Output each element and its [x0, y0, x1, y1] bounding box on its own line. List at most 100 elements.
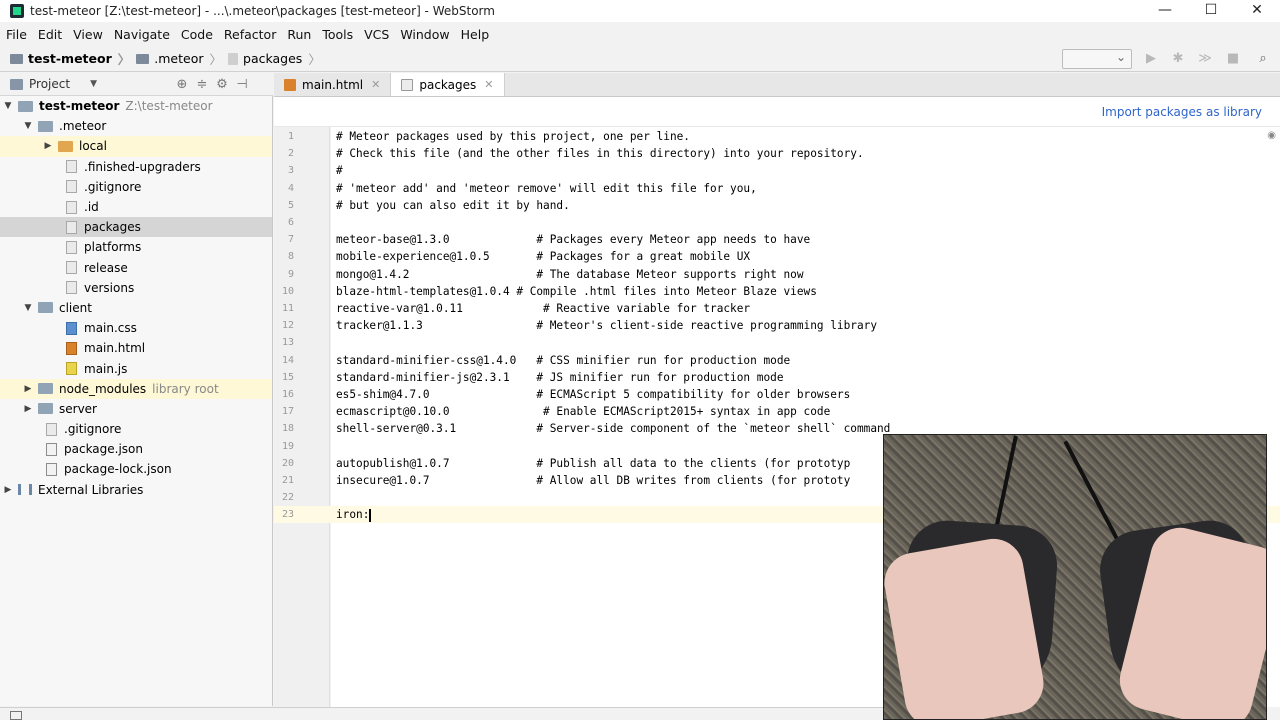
folder-icon — [38, 403, 53, 415]
close-icon[interactable]: ✕ — [484, 78, 493, 91]
file-icon — [46, 422, 57, 436]
menu-bar: File Edit View Navigate Code Refactor Ru… — [0, 22, 1280, 46]
chevron-right-icon[interactable]: ▶ — [22, 384, 34, 394]
menu-view[interactable]: View — [73, 27, 103, 42]
code-line[interactable]: # Meteor packages used by this project, … — [336, 128, 690, 145]
chevron-down-icon[interactable]: ▼ — [2, 101, 14, 111]
code-line[interactable]: mobile-experience@1.0.5 # Packages for a… — [336, 248, 750, 265]
locate-icon[interactable]: ⊕ — [172, 77, 192, 92]
code-line[interactable]: es5-shim@4.7.0 # ECMAScript 5 compatibil… — [336, 386, 850, 403]
menu-run[interactable]: Run — [287, 27, 311, 42]
chevron-right-icon[interactable]: ▶ — [2, 485, 14, 495]
import-packages-link[interactable]: Import packages as library — [1102, 105, 1262, 119]
code-line[interactable]: standard-minifier-css@1.4.0 # CSS minifi… — [336, 352, 790, 369]
project-panel-title: Project — [29, 77, 71, 91]
folder-icon — [38, 383, 53, 395]
line-number: 19 — [281, 440, 294, 452]
menu-file[interactable]: File — [6, 27, 27, 42]
gear-icon[interactable]: ⚙ — [212, 77, 232, 92]
code-line[interactable]: tracker@1.1.3 # Meteor's client-side rea… — [336, 317, 877, 334]
code-line[interactable]: blaze-html-templates@1.0.4 # Compile .ht… — [336, 283, 817, 300]
code-line[interactable]: # Check this file (and the other files i… — [336, 145, 864, 162]
code-line[interactable]: standard-minifier-js@2.3.1 # JS minifier… — [336, 369, 784, 386]
tree-item-package-lock-json[interactable]: package-lock.json — [0, 459, 272, 479]
code-line[interactable]: autopublish@1.0.7 # Publish all data to … — [336, 455, 850, 472]
file-icon — [66, 160, 77, 174]
tree-item-meteor[interactable]: ▼ .meteor — [0, 116, 272, 136]
tree-item-client[interactable]: ▼ client — [0, 298, 272, 318]
minimize-button[interactable]: — — [1142, 0, 1188, 22]
tab-main-html[interactable]: main.html ✕ — [274, 73, 392, 96]
line-number: 1 — [287, 131, 294, 142]
chevron-down-icon[interactable]: ▼ — [22, 121, 34, 131]
breadcrumb-packages[interactable]: packages 〉 — [228, 49, 321, 68]
tree-item-gitignore-meteor[interactable]: .gitignore — [0, 177, 272, 197]
hide-panel-icon[interactable]: ⊣ — [232, 77, 252, 92]
tree-item-test-meteor[interactable]: ▼ test-meteor Z:\test-meteor — [0, 96, 272, 116]
chevron-down-icon[interactable]: ▼ — [90, 79, 97, 89]
project-panel-tools: ⊕ ≑ ⚙ ⊣ — [172, 77, 252, 92]
debug-icon[interactable]: ✱ — [1170, 51, 1186, 67]
close-icon[interactable]: ✕ — [371, 78, 380, 91]
code-line[interactable]: shell-server@0.3.1 # Server-side compone… — [336, 420, 890, 437]
tree-item-main-html[interactable]: main.html — [0, 338, 272, 358]
code-line[interactable]: mongo@1.4.2 # The database Meteor suppor… — [336, 266, 804, 283]
search-everywhere-icon[interactable]: ⌕ — [1255, 51, 1271, 67]
code-line[interactable]: # — [336, 162, 343, 179]
line-number: 4 — [287, 182, 294, 194]
menu-tools[interactable]: Tools — [322, 27, 353, 42]
menu-code[interactable]: Code — [181, 27, 213, 42]
line-number: 15 — [281, 371, 294, 383]
tree-item-main-css[interactable]: main.css — [0, 318, 272, 338]
tree-item-id[interactable]: .id — [0, 197, 272, 217]
line-number: 21 — [281, 475, 294, 486]
collapse-all-icon[interactable]: ≑ — [192, 77, 212, 92]
tree-item-packages[interactable]: packages — [0, 217, 272, 238]
project-icon — [10, 78, 23, 90]
menu-edit[interactable]: Edit — [38, 27, 62, 42]
close-button[interactable]: ✕ — [1234, 0, 1280, 22]
breadcrumb-meteor[interactable]: .meteor 〉 — [136, 49, 222, 68]
tree-item-main-js[interactable]: main.js — [0, 358, 272, 378]
code-line[interactable]: meteor-base@1.3.0 # Packages every Meteo… — [336, 231, 810, 248]
code-line[interactable]: reactive-var@1.0.11 # Reactive variable … — [336, 300, 750, 317]
code-line[interactable]: # but you can also edit it by hand. — [336, 197, 570, 214]
menu-window[interactable]: Window — [400, 27, 449, 42]
maximize-button[interactable]: ☐ — [1188, 0, 1234, 22]
stop-icon[interactable]: ■ — [1225, 51, 1241, 67]
line-number: 7 — [287, 234, 294, 246]
tree-item-node-modules[interactable]: ▶ node_modules library root — [0, 378, 272, 399]
chevron-down-icon[interactable]: ▼ — [22, 303, 34, 313]
code-line[interactable]: insecure@1.0.7 # Allow all DB writes fro… — [336, 472, 850, 489]
eye-icon[interactable]: ◉ — [1267, 130, 1276, 141]
file-icon — [401, 78, 414, 91]
menu-help[interactable]: Help — [461, 27, 490, 42]
code-line[interactable]: iron: — [336, 506, 371, 523]
coverage-icon[interactable]: ≫ — [1197, 51, 1213, 67]
run-configuration-select[interactable] — [1062, 49, 1132, 69]
tab-packages[interactable]: packages ✕ — [391, 73, 505, 96]
tool-windows-icon[interactable] — [10, 711, 22, 720]
tree-item-platforms[interactable]: platforms — [0, 237, 272, 257]
chevron-right-icon[interactable]: ▶ — [42, 141, 54, 151]
html-file-icon — [284, 78, 296, 91]
breadcrumb-project[interactable]: test-meteor 〉 — [10, 49, 130, 68]
tree-item-local[interactable]: ▶ local — [0, 136, 272, 157]
tree-item-server[interactable]: ▶ server — [0, 399, 272, 419]
chevron-right-icon[interactable]: ▶ — [22, 404, 34, 414]
menu-refactor[interactable]: Refactor — [224, 27, 276, 42]
tree-item-package-json[interactable]: package.json — [0, 439, 272, 459]
code-line[interactable]: # 'meteor add' and 'meteor remove' will … — [336, 180, 757, 197]
editor-notification-bar: Import packages as library — [274, 97, 1280, 127]
menu-navigate[interactable]: Navigate — [114, 27, 170, 42]
tree-item-external-libraries[interactable]: ▶ External Libraries — [0, 480, 272, 500]
tree-item-versions[interactable]: versions — [0, 278, 272, 298]
line-number: 8 — [287, 251, 294, 263]
run-icon[interactable]: ▶ — [1143, 51, 1159, 67]
tree-item-gitignore-root[interactable]: .gitignore — [0, 419, 272, 439]
menu-vcs[interactable]: VCS — [364, 27, 389, 42]
code-line[interactable]: ecmascript@0.10.0 # Enable ECMAScript201… — [336, 403, 830, 420]
folder-icon — [58, 140, 73, 152]
tree-item-finished-upgraders[interactable]: .finished-upgraders — [0, 157, 272, 177]
tree-item-release[interactable]: release — [0, 258, 272, 278]
